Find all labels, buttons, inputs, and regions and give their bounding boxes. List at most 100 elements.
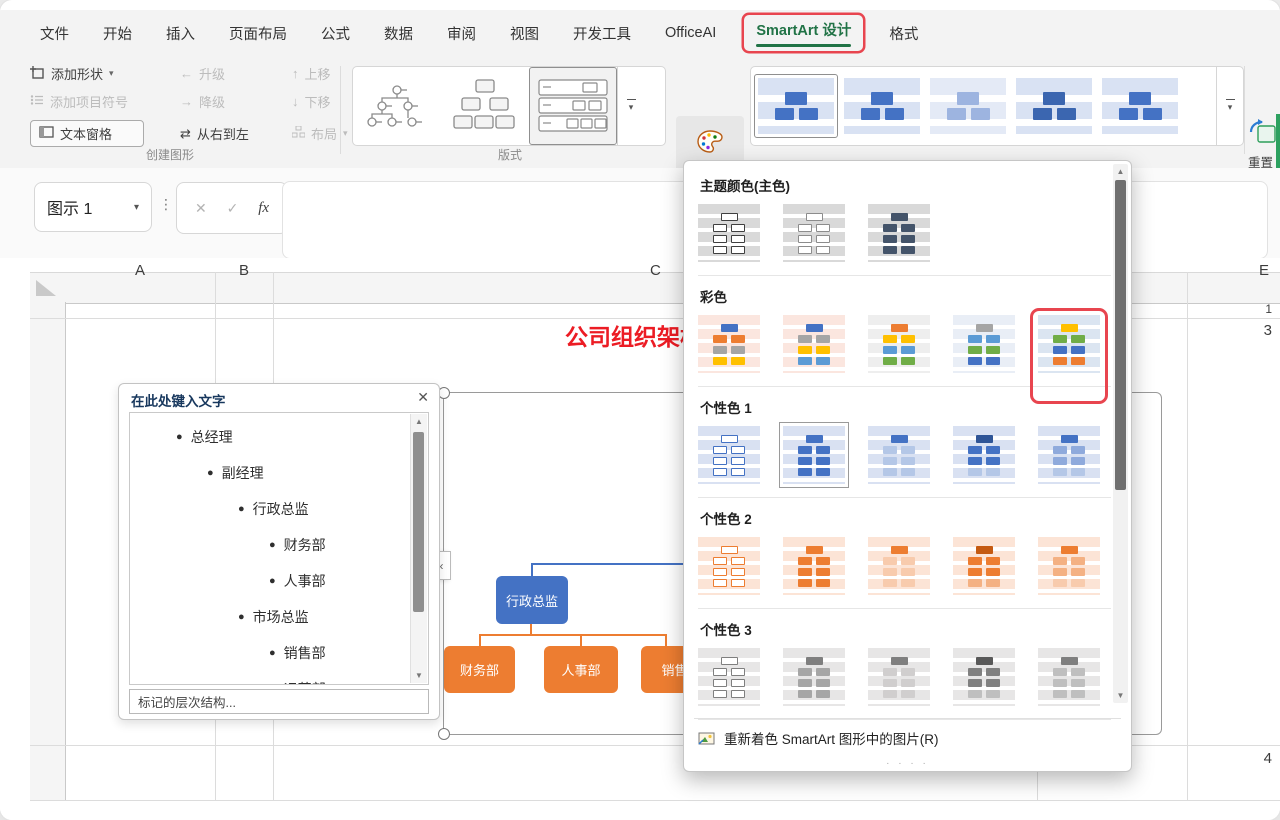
color-variant-swatch[interactable] <box>698 315 760 373</box>
color-variant-swatch[interactable] <box>779 422 849 488</box>
menu-tab[interactable]: 页面布局 <box>229 19 287 48</box>
select-all-corner[interactable] <box>36 280 56 296</box>
demote-button[interactable]: → 降级 <box>180 92 292 111</box>
name-box[interactable]: 图示 1 ▾ <box>34 182 152 232</box>
scroll-up-icon[interactable]: ▲ <box>1113 167 1128 176</box>
column-header[interactable]: A <box>135 262 145 279</box>
color-variant-swatch[interactable] <box>698 204 760 262</box>
menu-tab[interactable]: OfficeAI <box>665 21 716 45</box>
color-variant-swatch[interactable] <box>1038 648 1100 706</box>
scroll-down-icon[interactable]: ▼ <box>1113 691 1128 700</box>
column-header[interactable]: E <box>1259 262 1269 279</box>
fx-icon[interactable]: fx <box>258 200 269 217</box>
text-pane-toggle-button[interactable]: 文本窗格 <box>30 120 144 147</box>
color-variant-swatch[interactable] <box>868 315 930 373</box>
smartart-style-thumb[interactable] <box>840 74 924 138</box>
color-variant-swatch[interactable] <box>698 426 760 484</box>
column-header[interactable]: C <box>650 262 661 279</box>
divider <box>698 386 1111 387</box>
scrollbar-thumb[interactable] <box>1115 180 1126 490</box>
arrow-down-icon: ↓ <box>292 94 299 109</box>
change-colors-dropdown: 主题颜色(主色)彩色个性色 1个性色 2个性色 3 ▲ ▼ 重新着色 Smart… <box>683 160 1132 772</box>
row-header[interactable]: 1 <box>1265 302 1272 316</box>
color-variant-swatch[interactable] <box>783 315 845 373</box>
text-pane-scrollbar[interactable]: ▲ ▼ <box>410 414 427 683</box>
row-header[interactable]: 3 <box>1264 322 1272 339</box>
column-header[interactable]: B <box>239 262 249 279</box>
color-section-row <box>698 315 1113 373</box>
menu-tab[interactable]: 格式 <box>889 19 918 48</box>
right-to-left-button[interactable]: ⇄ 从右到左 <box>180 120 292 147</box>
add-bullet-button[interactable]: 添加项目符号 <box>30 92 180 111</box>
color-variant-swatch[interactable] <box>953 537 1015 595</box>
menu-tab[interactable]: 数据 <box>384 19 413 48</box>
text-pane-item[interactable]: ●财务部 <box>130 527 428 563</box>
color-variant-swatch[interactable] <box>868 648 930 706</box>
text-pane-item[interactable]: ●市场总监 <box>130 599 428 635</box>
text-pane-footer[interactable]: 标记的层次结构... <box>129 689 429 714</box>
scroll-up-icon[interactable]: ▲ <box>411 417 427 426</box>
menu-tab[interactable]: 开始 <box>103 19 132 48</box>
text-pane-item[interactable]: ●总经理 <box>130 419 428 455</box>
arrow-up-icon: ↑ <box>292 66 299 81</box>
smartart-style-thumb[interactable] <box>1012 74 1096 138</box>
resize-handle[interactable] <box>438 728 450 740</box>
color-variant-swatch[interactable] <box>783 537 845 595</box>
text-pane-icon <box>39 126 54 141</box>
org-node-finance[interactable]: 财务部 <box>444 646 515 693</box>
menu-tab[interactable]: 公式 <box>321 19 350 48</box>
smartart-style-thumb[interactable] <box>1098 74 1182 138</box>
layout-variant-organization-chart[interactable] <box>353 67 441 145</box>
layout-variant-labeled-hierarchy[interactable] <box>529 67 617 145</box>
collapse-left-icon: ‹ <box>440 559 444 573</box>
org-node-hr[interactable]: 人事部 <box>544 646 618 693</box>
close-icon[interactable]: ✕ <box>417 389 429 406</box>
promote-button[interactable]: ← 升级 <box>180 64 292 83</box>
color-variant-swatch[interactable] <box>868 426 930 484</box>
bullet-icon: ● <box>269 683 276 685</box>
ribbon-separator <box>340 66 341 154</box>
menu-tab[interactable]: 文件 <box>40 19 69 48</box>
text-pane-item[interactable]: ●运营部 <box>130 671 428 685</box>
enter-icon[interactable]: ✓ <box>227 200 239 217</box>
text-pane-item[interactable]: ●人事部 <box>130 563 428 599</box>
text-pane-item[interactable]: ●行政总监 <box>130 491 428 527</box>
color-variant-swatch[interactable] <box>953 426 1015 484</box>
color-variant-swatch[interactable] <box>783 648 845 706</box>
menu-tab[interactable]: 插入 <box>166 19 195 48</box>
scroll-down-icon[interactable]: ▼ <box>411 671 427 680</box>
menu-tab[interactable]: SmartArt 设计 <box>744 15 863 51</box>
color-variant-swatch[interactable] <box>868 537 930 595</box>
color-variant-swatch[interactable] <box>783 204 845 262</box>
color-variant-swatch[interactable] <box>1038 315 1100 373</box>
layout-gallery-more-button[interactable]: ▾ <box>617 67 644 145</box>
color-variant-swatch[interactable] <box>868 204 930 262</box>
color-variant-swatch[interactable] <box>698 648 760 706</box>
color-variant-swatch[interactable] <box>953 315 1015 373</box>
menu-tab[interactable]: 视图 <box>510 19 539 48</box>
swap-arrows-icon: ⇄ <box>180 126 191 142</box>
smartart-style-thumb[interactable] <box>926 74 1010 138</box>
resize-grip[interactable]: · · · · <box>684 758 1131 769</box>
menu-tab[interactable]: 开发工具 <box>573 19 631 48</box>
row-header[interactable]: 4 <box>1264 750 1272 767</box>
org-node-admin[interactable]: 行政总监 <box>496 576 568 624</box>
layout-variant-hierarchy[interactable] <box>441 67 529 145</box>
color-section-row <box>698 537 1113 595</box>
labeled-hierarchy-thumb-icon <box>537 77 609 135</box>
scrollbar-thumb[interactable] <box>413 432 424 612</box>
style-gallery-more-button[interactable]: ▾ <box>1216 67 1243 145</box>
color-variant-swatch[interactable] <box>953 648 1015 706</box>
color-variant-swatch[interactable] <box>1038 537 1100 595</box>
cancel-icon[interactable]: ✕ <box>195 200 207 217</box>
bullet-icon: ● <box>238 503 245 515</box>
color-variant-swatch[interactable] <box>1038 426 1100 484</box>
add-shape-button[interactable]: 添加形状 ▾ <box>30 64 180 83</box>
text-pane-item[interactable]: ●销售部 <box>130 635 428 671</box>
dropdown-scrollbar[interactable]: ▲ ▼ <box>1113 164 1128 703</box>
text-pane-item[interactable]: ●副经理 <box>130 455 428 491</box>
recolor-pictures-item[interactable]: 重新着色 SmartArt 图形中的图片(R) <box>694 718 1121 751</box>
color-variant-swatch[interactable] <box>698 537 760 595</box>
smartart-style-thumb[interactable] <box>754 74 838 138</box>
menu-tab[interactable]: 审阅 <box>447 19 476 48</box>
